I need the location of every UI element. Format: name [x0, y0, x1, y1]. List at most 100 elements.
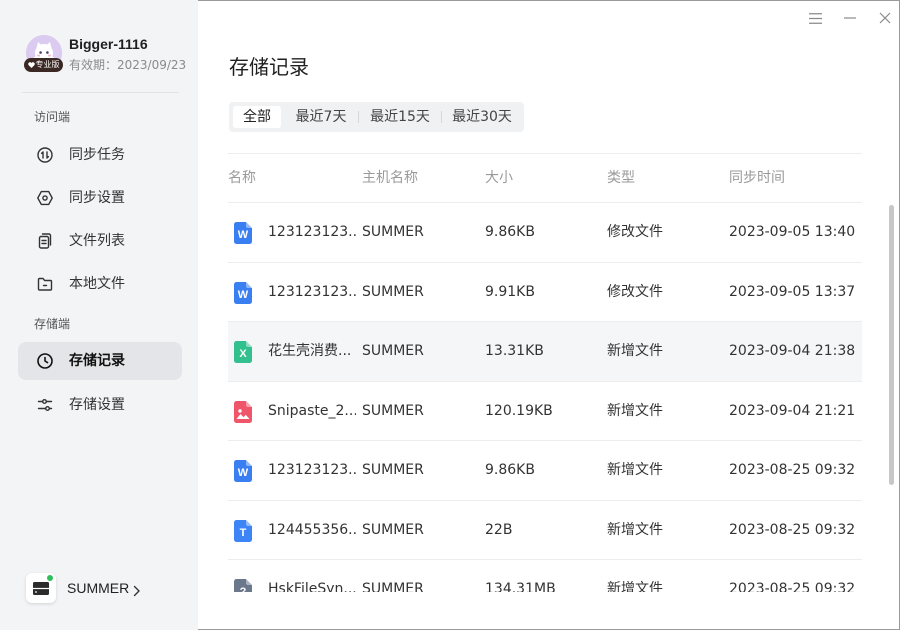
column-header-sync-time: 同步时间	[729, 170, 785, 186]
column-header-type: 类型	[607, 170, 635, 186]
column-header-host: 主机名称	[362, 170, 418, 186]
time-filter-tabs: 全部 最近7天 最近15天 最近30天	[229, 102, 524, 132]
file-size: 134.31MB	[485, 581, 556, 592]
file-size: 9.86KB	[485, 224, 535, 240]
file-name: 123123123...	[268, 462, 356, 478]
file-name: HskFileSyn...	[268, 581, 356, 592]
sidebar-item-sync-task[interactable]: 同步任务	[18, 136, 182, 174]
table-header: 名称 主机名称 大小 类型 同步时间	[228, 153, 862, 203]
sidebar-item-storage-records[interactable]: 存储记录	[18, 342, 182, 380]
table-row[interactable]: W 123123123... SUMMER 9.86KB 修改文件 2023-0…	[228, 203, 862, 263]
sync-time: 2023-09-05 13:37	[729, 283, 856, 300]
file-size: 13.31KB	[485, 343, 544, 359]
sidebar-item-file-list[interactable]: 文件列表	[18, 222, 182, 260]
table-row[interactable]: X 花生壳消费... SUMMER 13.31KB 新增文件 2023-09-0…	[228, 322, 862, 382]
sidebar-item-label: 存储设置	[69, 397, 125, 413]
table-row[interactable]: T 124455356... SUMMER 22B 新增文件 2023-08-2…	[228, 501, 862, 560]
file-type-glyph: T	[239, 526, 247, 539]
change-type: 新增文件	[607, 343, 663, 359]
file-list-icon	[38, 233, 52, 249]
expiry-date: 有效期：2023/09/23	[69, 58, 187, 72]
file-size: 9.86KB	[485, 462, 535, 478]
online-status-dot	[46, 574, 54, 582]
file-size: 22B	[485, 521, 513, 538]
column-header-size: 大小	[485, 170, 513, 186]
unknown-file-icon: ?	[234, 579, 252, 592]
excel-file-icon: X	[234, 341, 252, 363]
sync-time: 2023-09-04 21:38	[729, 343, 856, 359]
sync-time: 2023-08-25 09:32	[729, 521, 856, 538]
sidebar-item-label: 本地文件	[69, 276, 125, 292]
sidebar: 专业版 Bigger-1116 有效期：2023/09/23 访问端 同步任务 …	[0, 0, 198, 630]
file-name: Snipaste_2...	[268, 402, 356, 419]
table-row[interactable]: W 123123123... SUMMER 9.86KB 新增文件 2023-0…	[228, 441, 862, 501]
username: Bigger-1116	[69, 36, 148, 52]
file-type-glyph: X	[239, 348, 247, 360]
sliders-icon	[37, 399, 53, 411]
change-type: 修改文件	[607, 224, 663, 240]
change-type: 新增文件	[607, 462, 663, 478]
device-name[interactable]: SUMMER	[67, 579, 129, 597]
tab-last-7-days[interactable]: 最近7天	[284, 106, 358, 128]
sidebar-divider	[22, 92, 179, 93]
word-file-icon: W	[234, 460, 252, 482]
minimize-glyph	[844, 17, 856, 19]
file-type-glyph: W	[237, 229, 249, 241]
menu-glyph	[809, 13, 822, 24]
file-size: 120.19KB	[485, 402, 553, 419]
host-name: SUMMER	[362, 462, 424, 478]
file-size: 9.91KB	[485, 283, 535, 300]
scrollbar-thumb[interactable]	[889, 205, 894, 485]
table-row[interactable]: ? HskFileSyn... SUMMER 134.31MB 新增文件 202…	[228, 560, 862, 592]
sidebar-item-storage-settings[interactable]: 存储设置	[18, 386, 182, 424]
server-icon[interactable]	[26, 573, 56, 603]
app-window: 专业版 Bigger-1116 有效期：2023/09/23 访问端 同步任务 …	[0, 0, 900, 630]
tab-all[interactable]: 全部	[233, 106, 281, 128]
file-name: 123123123...	[268, 224, 356, 240]
table-row[interactable]: Snipaste_2... SUMMER 120.19KB 新增文件 2023-…	[228, 382, 862, 441]
chevron-glyph	[133, 585, 140, 597]
sync-time: 2023-09-05 13:40	[729, 224, 856, 240]
close-glyph	[879, 12, 891, 24]
badge-label: 专业版	[35, 60, 60, 69]
change-type: 新增文件	[607, 521, 663, 538]
file-name: 123123123...	[268, 283, 356, 300]
word-file-icon: W	[234, 222, 252, 244]
text-file-icon: T	[234, 519, 252, 542]
word-file-icon: W	[234, 281, 252, 304]
sync-icon	[37, 147, 53, 163]
tab-last-30-days[interactable]: 最近30天	[441, 106, 523, 128]
section-label-storage: 存储端	[34, 317, 71, 331]
section-label-access: 访问端	[34, 110, 71, 124]
sidebar-item-local-files[interactable]: 本地文件	[18, 265, 182, 303]
change-type: 新增文件	[607, 581, 663, 592]
pro-badge: 专业版	[24, 58, 63, 72]
host-name: SUMMER	[362, 224, 424, 240]
file-name: 124455356...	[268, 521, 356, 538]
tab-last-15-days[interactable]: 最近15天	[359, 106, 441, 128]
hexagon-settings-icon	[37, 190, 53, 206]
host-name: SUMMER	[362, 343, 424, 359]
folder-icon	[37, 277, 53, 291]
sidebar-item-label: 文件列表	[69, 233, 125, 249]
menu-icon[interactable]	[809, 13, 822, 24]
image-file-icon	[234, 400, 252, 423]
table-body: W 123123123... SUMMER 9.86KB 修改文件 2023-0…	[228, 203, 862, 592]
page-title: 存储记录	[229, 55, 309, 79]
table-row[interactable]: W 123123123... SUMMER 9.91KB 修改文件 2023-0…	[228, 263, 862, 322]
file-type-glyph: W	[237, 467, 249, 479]
sync-time: 2023-08-25 09:32	[729, 581, 856, 592]
file-icon-shape	[234, 400, 252, 423]
sidebar-item-label: 同步设置	[69, 190, 125, 206]
heart-icon	[27, 62, 35, 68]
host-name: SUMMER	[362, 581, 424, 592]
sidebar-item-label: 同步任务	[69, 147, 125, 163]
file-name: 花生壳消费...	[268, 343, 352, 359]
close-icon[interactable]	[879, 12, 891, 24]
host-name: SUMMER	[362, 521, 424, 538]
sidebar-item-sync-settings[interactable]: 同步设置	[18, 179, 182, 217]
chevron-right-icon[interactable]	[133, 582, 141, 601]
change-type: 修改文件	[607, 283, 663, 300]
minimize-icon[interactable]	[844, 17, 856, 19]
host-name: SUMMER	[362, 283, 424, 300]
